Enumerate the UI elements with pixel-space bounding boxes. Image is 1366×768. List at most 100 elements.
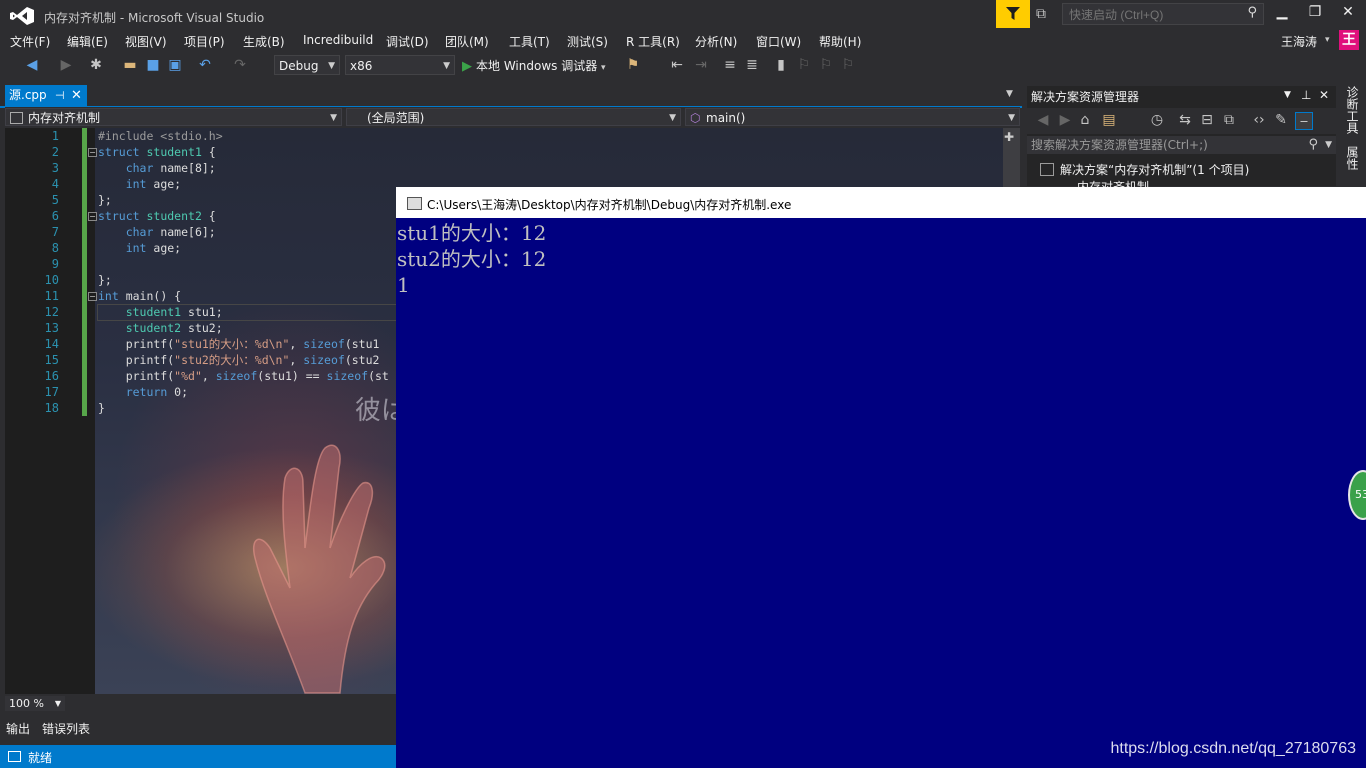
bookmark-icon[interactable]: ▮ <box>773 57 789 73</box>
feedback-icon[interactable]: ⧉ <box>1036 6 1054 22</box>
collapse-all-icon[interactable]: ⊟ <box>1199 112 1215 128</box>
document-tab-strip <box>0 85 1022 108</box>
minimize-button[interactable]: ▁ <box>1270 4 1294 24</box>
menu-debug[interactable]: 调试(D) <box>386 33 429 50</box>
code-line: int age; <box>125 177 182 191</box>
console-window[interactable]: C:\Users\王海涛\Desktop\内存对齐机制\Debug\内存对齐机制… <box>396 187 1366 768</box>
tab-error-list[interactable]: 错误列表 <box>42 720 90 737</box>
scope-select-value: (全局范围) <box>367 111 425 125</box>
solution-search-input[interactable]: 搜索解决方案资源管理器(Ctrl+;) ⚲ ▼ <box>1027 136 1336 154</box>
quick-launch-box[interactable]: ⚲ <box>1062 3 1264 25</box>
collapse-region-icon[interactable]: − <box>88 148 97 157</box>
view-code-icon[interactable]: ‹› <box>1251 112 1267 128</box>
console-title-bar[interactable]: C:\Users\王海涛\Desktop\内存对齐机制\Debug\内存对齐机制… <box>396 187 1366 218</box>
menu-tools[interactable]: 工具(T) <box>509 33 550 50</box>
save-icon[interactable]: ■ <box>145 57 161 73</box>
next-bookmark-icon[interactable]: ⚐ <box>818 57 834 73</box>
avatar[interactable]: 王 <box>1339 30 1359 50</box>
prev-bookmark-icon[interactable]: ⚐ <box>796 57 812 73</box>
chevron-down-icon[interactable]: ▼ <box>1325 136 1332 154</box>
menu-view[interactable]: 视图(V) <box>125 33 167 50</box>
new-project-icon[interactable]: ✱ <box>88 57 104 73</box>
find-icon[interactable]: ⚑ <box>625 57 641 73</box>
code-line: student2 stu2; <box>125 321 223 335</box>
properties-icon[interactable]: ✎ <box>1273 112 1289 128</box>
switch-views-icon[interactable]: ▤ <box>1101 112 1117 128</box>
member-select[interactable]: ⬡ main() ▼ <box>685 108 1020 126</box>
menu-incredibuild[interactable]: Incredibuild <box>303 33 373 47</box>
pending-changes-icon[interactable]: ◷ <box>1149 112 1165 128</box>
zoom-select[interactable]: 100 % ▼ <box>5 696 65 711</box>
home-icon[interactable]: ⌂ <box>1077 112 1093 128</box>
menu-r-tools[interactable]: R 工具(R) <box>626 33 680 50</box>
search-icon[interactable]: ⚲ <box>1247 5 1257 20</box>
tab-output[interactable]: 输出 <box>6 720 30 737</box>
menu-edit[interactable]: 编辑(E) <box>67 33 108 50</box>
close-panel-icon[interactable]: ✕ <box>1319 88 1329 102</box>
code-line: printf("stu2的大小：%d\n", sizeof(stu2 <box>98 353 380 367</box>
menu-window[interactable]: 窗口(W) <box>756 33 801 50</box>
code-line: printf("stu1的大小：%d\n", sizeof(stu1 <box>98 337 380 351</box>
project-icon <box>10 112 23 124</box>
quick-launch-input[interactable] <box>1067 6 1241 24</box>
pin-icon[interactable]: ⊣ <box>55 85 65 106</box>
chevron-down-icon: ▼ <box>1008 113 1015 123</box>
start-debugging-button[interactable]: ▶ 本地 Windows 调试器 ▾ <box>462 56 606 76</box>
menu-test[interactable]: 测试(S) <box>567 33 608 50</box>
user-name[interactable]: 王海涛 <box>1281 33 1317 50</box>
solution-root-node[interactable]: 解决方案“内存对齐机制”(1 个项目) <box>1060 161 1249 178</box>
change-tracking-bar <box>82 128 87 416</box>
tab-source-cpp[interactable]: 源.cpp ⊣ ✕ <box>5 85 87 106</box>
tab-properties[interactable]: 属性 <box>1344 146 1361 170</box>
tab-diagnostic-tools[interactable]: 诊断工具 <box>1344 86 1361 134</box>
forward-icon[interactable]: ▶ <box>1057 112 1073 128</box>
sync-icon[interactable]: ⇆ <box>1177 112 1193 128</box>
solution-icon <box>1040 163 1054 176</box>
redo-icon[interactable]: ↷ <box>232 57 248 73</box>
show-all-files-icon[interactable]: ⧉ <box>1221 112 1237 128</box>
project-select[interactable]: 内存对齐机制 ▼ <box>5 108 342 126</box>
line-number: 15 <box>44 353 59 367</box>
line-number: 7 <box>51 225 59 239</box>
code-line: }; <box>98 273 112 287</box>
configuration-select[interactable]: Debug ▼ <box>274 55 340 75</box>
menu-file[interactable]: 文件(F) <box>10 33 50 50</box>
search-icon[interactable]: ⚲ <box>1308 136 1318 154</box>
menu-team[interactable]: 团队(M) <box>445 33 489 50</box>
menu-project[interactable]: 项目(P) <box>184 33 225 50</box>
outdent-icon[interactable]: ≣ <box>744 57 760 73</box>
panel-menu-icon[interactable]: ▼ <box>1284 90 1291 100</box>
menu-build[interactable]: 生成(B) <box>243 33 285 50</box>
console-line: stu1的大小：12 <box>397 221 547 245</box>
restore-button[interactable]: ❐ <box>1303 4 1327 24</box>
line-number-gutter: 1 2 3 4 5 6 7 8 9 10 11 12 13 14 15 16 1… <box>5 128 85 694</box>
collapse-region-icon[interactable]: − <box>88 292 97 301</box>
code-line: } <box>98 401 105 415</box>
step-into-icon[interactable]: ⇤ <box>669 57 685 73</box>
back-icon[interactable]: ◀ <box>1035 112 1051 128</box>
close-button[interactable]: ✕ <box>1336 4 1360 24</box>
split-editor-icon[interactable]: ✚ <box>1004 130 1014 144</box>
clear-bookmarks-icon[interactable]: ⚐ <box>840 57 856 73</box>
pin-icon[interactable]: ⊥ <box>1301 88 1311 102</box>
tab-list-dropdown-icon[interactable]: ▼ <box>1006 89 1013 99</box>
user-dropdown-icon[interactable]: ▾ <box>1325 35 1330 45</box>
close-tab-icon[interactable]: ✕ <box>71 85 82 106</box>
indent-icon[interactable]: ≡ <box>722 57 738 73</box>
open-file-icon[interactable]: ▬ <box>122 57 138 73</box>
scope-select[interactable]: (全局范围) ▼ <box>346 108 681 126</box>
step-over-icon[interactable]: ⇥ <box>693 57 709 73</box>
navigate-forward-icon[interactable]: ▶ <box>58 57 74 73</box>
platform-select[interactable]: x86 ▼ <box>345 55 455 75</box>
collapse-region-icon[interactable]: − <box>88 212 97 221</box>
menu-analyze[interactable]: 分析(N) <box>695 33 737 50</box>
menu-help[interactable]: 帮助(H) <box>819 33 861 50</box>
navigate-back-icon[interactable]: ◀ <box>24 57 40 73</box>
solution-explorer-title: 解决方案资源管理器 <box>1031 90 1140 104</box>
preview-icon[interactable]: ⎯ <box>1295 112 1313 130</box>
save-all-icon[interactable]: ▣ <box>167 57 183 73</box>
solution-explorer-panel: 解决方案资源管理器 ▼ ⊥ ✕ ◀ ▶ ⌂ ▤ ◷ ⇆ ⊟ ⧉ ‹› ✎ ⎯ 搜… <box>1027 86 1336 194</box>
undo-icon[interactable]: ↶ <box>197 57 213 73</box>
line-number: 14 <box>44 337 59 351</box>
notification-filter-button[interactable] <box>996 0 1030 28</box>
